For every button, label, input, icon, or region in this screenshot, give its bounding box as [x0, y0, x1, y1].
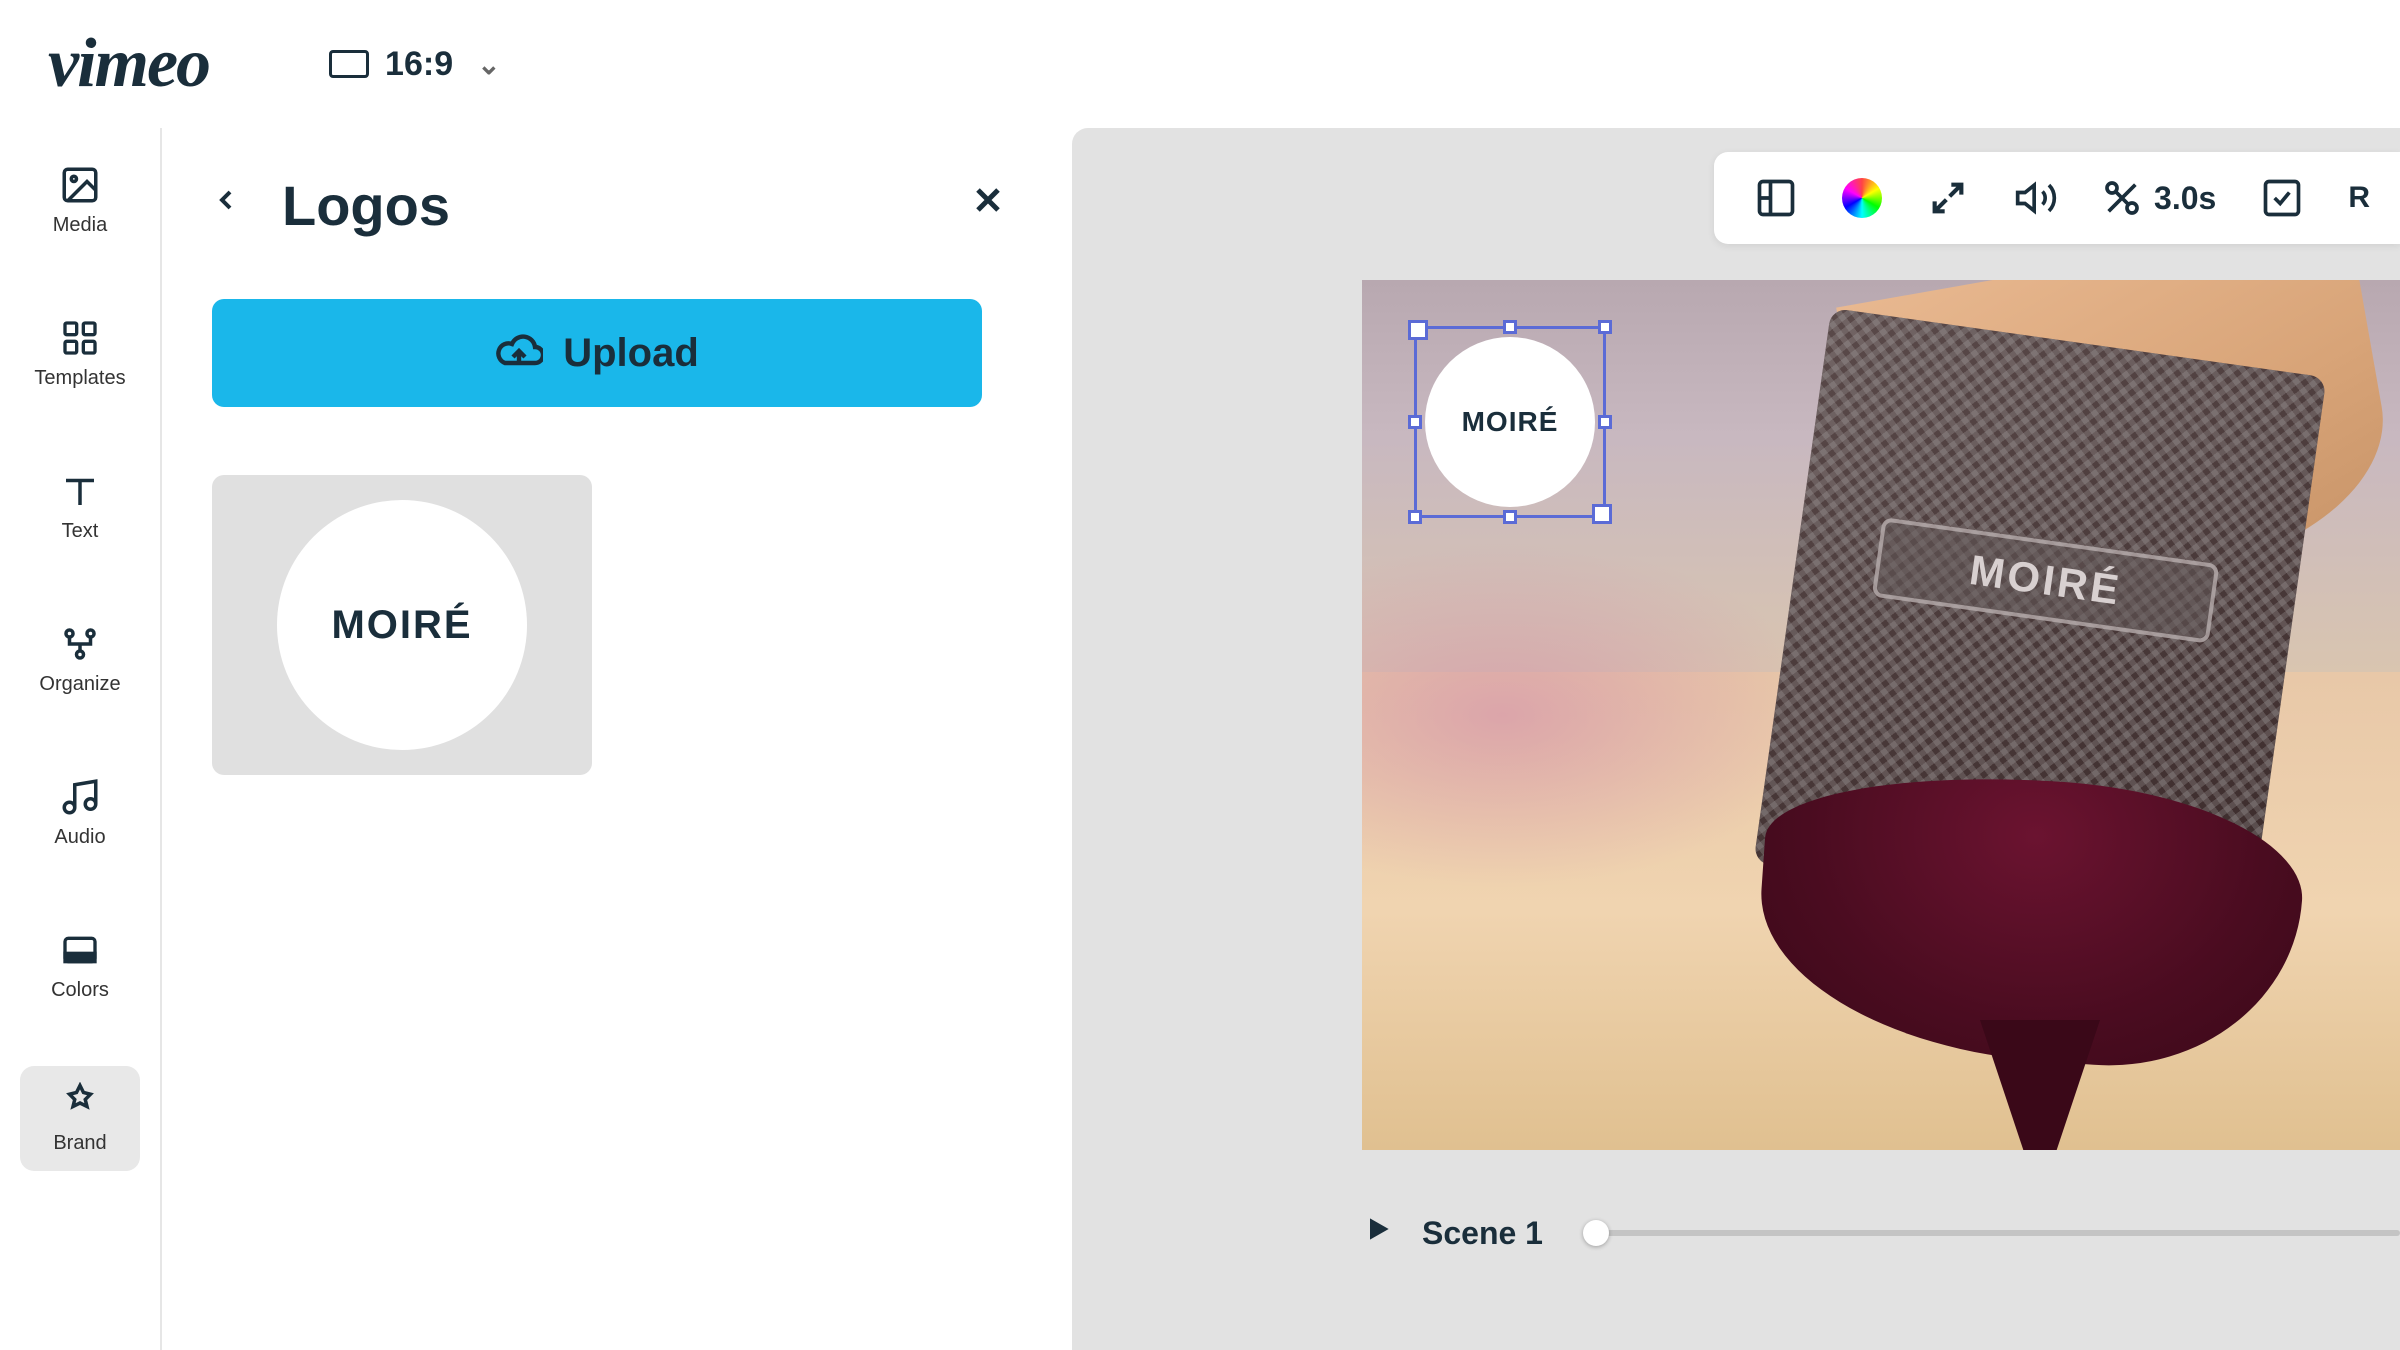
image-icon: [59, 164, 101, 206]
sidebar-item-label: Organize: [39, 673, 120, 696]
timeline-knob[interactable]: [1583, 1220, 1609, 1246]
chevron-down-icon: ⌄: [477, 48, 500, 81]
logos-panel: Logos Upload MOIRÉ: [162, 128, 1072, 1350]
color-wheel-icon[interactable]: [1842, 178, 1882, 218]
video-stage[interactable]: MOIRÉ MOIRÉ: [1362, 280, 2400, 1150]
sidebar-item-label: Brand: [53, 1132, 106, 1155]
sidebar-item-colors[interactable]: Colors: [20, 913, 140, 1018]
sidebar-item-label: Text: [62, 520, 99, 543]
play-button[interactable]: [1362, 1212, 1394, 1254]
panel-title: Logos: [282, 173, 928, 238]
organize-icon: [59, 623, 101, 665]
layout-icon[interactable]: [1754, 176, 1798, 220]
sidebar-item-label: Colors: [51, 979, 109, 1002]
sidebar-item-label: Audio: [54, 826, 105, 849]
upload-label: Upload: [563, 331, 699, 376]
logo-thumbnail[interactable]: MOIRÉ: [212, 475, 592, 775]
play-bar: Scene 1: [1362, 1198, 2400, 1268]
sidebar-item-audio[interactable]: Audio: [20, 760, 140, 865]
replace-label: R: [2348, 181, 2370, 215]
sidebar-item-label: Media: [53, 214, 107, 237]
colors-icon: [59, 929, 101, 971]
close-button[interactable]: [960, 172, 1016, 239]
replace-icon[interactable]: [2260, 176, 2304, 220]
aspect-ratio-label: 16:9: [385, 45, 453, 84]
top-bar: vimeo 16:9 ⌄: [0, 0, 2400, 128]
left-sidebar: Media Templates Text Organize: [0, 128, 162, 1350]
overlay-logo-text: MOIRÉ: [1425, 337, 1595, 507]
back-button[interactable]: [202, 168, 250, 243]
music-icon: [59, 776, 101, 818]
aspect-ratio-selector[interactable]: 16:9 ⌄: [329, 45, 501, 84]
sidebar-item-organize[interactable]: Organize: [20, 607, 140, 712]
canvas-toolbar: 3.0s R: [1714, 152, 2400, 244]
sidebar-item-media[interactable]: Media: [20, 148, 140, 253]
expand-icon[interactable]: [1926, 176, 1970, 220]
duration-control[interactable]: 3.0s: [2102, 178, 2216, 218]
timeline-track[interactable]: [1591, 1230, 2400, 1236]
drip-graphic: [1980, 1020, 2100, 1150]
aspect-icon: [329, 50, 369, 78]
logo-overlay-selection[interactable]: MOIRÉ: [1414, 326, 1606, 518]
brand-icon: [59, 1082, 101, 1124]
sidebar-item-brand[interactable]: Brand: [20, 1066, 140, 1171]
text-icon: [59, 470, 101, 512]
canvas-area: 3.0s R MOIRÉ: [1072, 128, 2400, 1350]
logo-thumbnail-text: MOIRÉ: [277, 500, 527, 750]
duration-value: 3.0s: [2154, 180, 2216, 217]
sidebar-item-text[interactable]: Text: [20, 454, 140, 559]
grid-icon: [59, 317, 101, 359]
sidebar-item-label: Templates: [34, 367, 125, 390]
upload-button[interactable]: Upload: [212, 299, 982, 407]
scene-label: Scene 1: [1422, 1215, 1543, 1252]
sidebar-item-templates[interactable]: Templates: [20, 301, 140, 406]
upload-icon: [495, 329, 543, 377]
vimeo-logo: vimeo: [48, 24, 209, 104]
volume-icon[interactable]: [2014, 176, 2058, 220]
